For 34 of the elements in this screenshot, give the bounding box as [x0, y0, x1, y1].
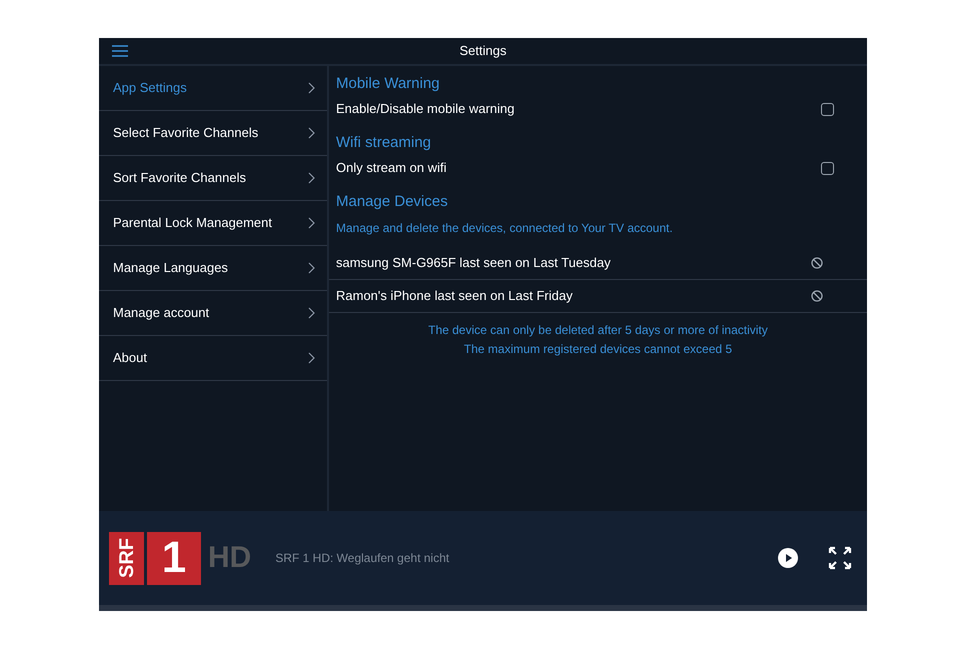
sidebar-item[interactable]: Manage Languages	[99, 246, 327, 291]
info-note: The device can only be deleted after 5 days or more of inactivity	[428, 322, 768, 339]
channel-logo: SRF 1 HD	[109, 532, 252, 584]
chevron-right-icon	[308, 307, 315, 319]
chevron-right-icon	[308, 82, 315, 94]
chevron-right-icon	[308, 262, 315, 274]
section-heading: Mobile Warning	[335, 74, 441, 93]
chevron-right-icon	[308, 217, 315, 229]
sidebar-item[interactable]: About	[99, 336, 327, 381]
sidebar-item[interactable]: Select Favorite Channels	[99, 111, 327, 156]
sidebar-item[interactable]: Manage account	[99, 291, 327, 336]
option-label: Enable/Disable mobile warning	[336, 100, 514, 118]
section-heading: Wifi streaming	[335, 133, 432, 152]
section-heading: Manage Devices	[335, 192, 449, 211]
now-playing-title: SRF 1 HD: Weglaufen geht nicht	[275, 550, 450, 567]
window-title: Settings	[460, 42, 506, 60]
checkbox[interactable]	[821, 162, 834, 174]
chevron-right-icon	[308, 127, 315, 139]
sidebar-item[interactable]: Sort Favorite Channels	[99, 156, 327, 201]
chevron-right-icon	[308, 352, 315, 364]
play-icon[interactable]	[778, 548, 798, 568]
device-name: Ramon's iPhone last seen on Last Friday	[336, 287, 573, 306]
menu-icon[interactable]	[112, 45, 128, 57]
sidebar-item[interactable]: Parental Lock Management	[99, 201, 327, 246]
info-note: The maximum registered devices cannot exceed 5	[464, 341, 732, 358]
delete-icon[interactable]	[811, 257, 823, 269]
delete-icon[interactable]	[811, 290, 823, 302]
fullscreen-icon[interactable]	[828, 546, 852, 570]
chevron-right-icon	[308, 172, 315, 184]
option-label: Only stream on wifi	[336, 159, 447, 178]
checkbox[interactable]	[821, 102, 834, 116]
section-description: Manage and delete the devices, connected to Your TV account.	[335, 220, 674, 237]
sidebar-item[interactable]: App Settings	[99, 66, 327, 111]
device-name: samsung SM-G965F last seen on Last Tuesday	[336, 254, 611, 272]
